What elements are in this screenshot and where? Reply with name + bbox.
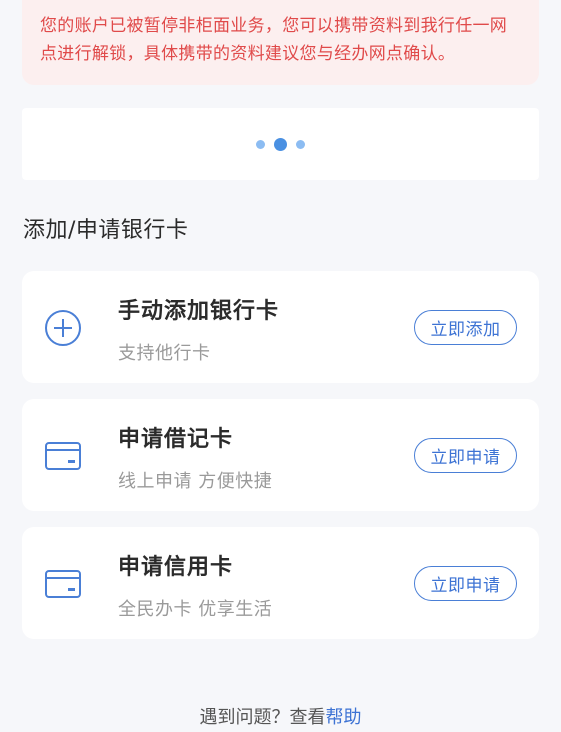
add-now-button[interactable]: 立即添加 bbox=[414, 310, 517, 345]
help-footer: 遇到问题？查看帮助 bbox=[0, 703, 561, 729]
card-title: 手动添加银行卡 bbox=[118, 299, 280, 324]
notice-text: 您的账户已被暂停非柜面业务，您可以携带资料到我行任一网点进行解锁，具体携带的资料… bbox=[40, 16, 508, 64]
card-title: 申请信用卡 bbox=[118, 555, 234, 580]
carousel-dot bbox=[296, 139, 305, 149]
apply-debit-card-card: 申请借记卡 线上申请 方便快捷 立即申请 bbox=[22, 399, 539, 511]
carousel-dot bbox=[256, 139, 265, 149]
carousel-panel bbox=[22, 108, 539, 180]
card-subtitle: 支持他行卡 bbox=[118, 343, 211, 364]
section-title: 添加/申请银行卡 bbox=[23, 218, 189, 243]
carousel-indicator bbox=[22, 108, 539, 180]
card-subtitle: 全民办卡 优享生活 bbox=[118, 599, 273, 620]
apply-debit-button[interactable]: 立即申请 bbox=[414, 438, 517, 473]
card-icon bbox=[44, 565, 82, 603]
carousel-dot-active bbox=[274, 137, 287, 151]
plus-circle-icon bbox=[44, 309, 82, 347]
card-title: 申请借记卡 bbox=[118, 427, 234, 452]
help-link[interactable]: 帮助 bbox=[326, 707, 362, 728]
card-icon bbox=[44, 437, 82, 475]
card-subtitle: 线上申请 方便快捷 bbox=[118, 471, 273, 492]
suspension-notice: 您的账户已被暂停非柜面业务，您可以携带资料到我行任一网点进行解锁，具体携带的资料… bbox=[22, 0, 539, 85]
apply-credit-button[interactable]: 立即申请 bbox=[414, 566, 517, 601]
help-prefix: 遇到问题？查看 bbox=[199, 707, 326, 728]
add-bank-card-card: 手动添加银行卡 支持他行卡 立即添加 bbox=[22, 271, 539, 383]
apply-credit-card-card: 申请信用卡 全民办卡 优享生活 立即申请 bbox=[22, 527, 539, 639]
